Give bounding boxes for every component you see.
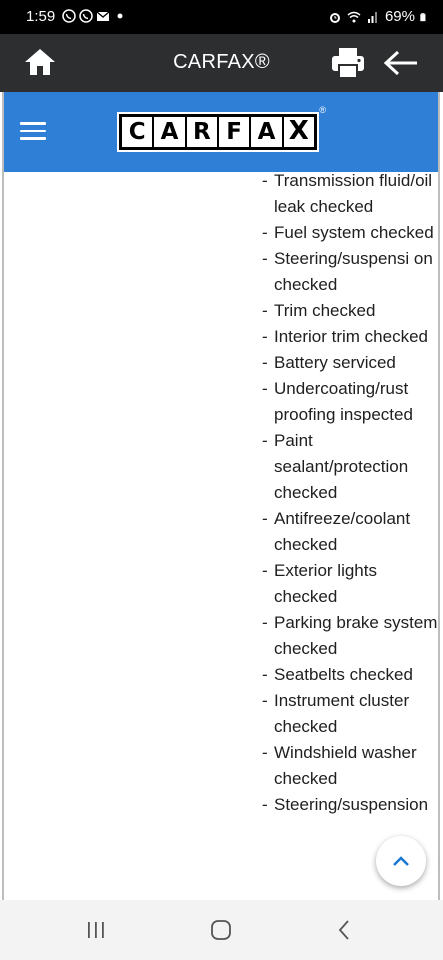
hamburger-menu-icon[interactable] [20, 122, 46, 142]
list-item: Steering/suspensi on checked [260, 246, 438, 298]
logo-letter: R [186, 117, 217, 147]
back-chevron-icon[interactable] [333, 918, 357, 942]
logo-registered-mark: ® [319, 105, 326, 115]
list-item: Transmission fluid/oil leak checked [260, 168, 438, 220]
list-item: Undercoating/rust proofing inspected [260, 376, 438, 428]
list-item: Parking brake system checked [260, 610, 438, 662]
logo-letter: F [218, 117, 250, 147]
list-item: Exterior lights checked [260, 558, 438, 610]
list-item: Fuel system checked [260, 220, 438, 246]
system-nav-bar [0, 900, 443, 960]
logo-letter: A [154, 117, 185, 147]
status-time: 1:59 [26, 8, 56, 25]
list-item: Windshield washer checked [260, 740, 438, 792]
webview: C A R F A X ® Transmission fluid/oil lea… [2, 92, 440, 900]
logo-letter: A [251, 117, 282, 147]
signal-icon [367, 11, 377, 23]
battery-icon [420, 12, 426, 21]
list-item: Seatbelts checked [260, 662, 438, 688]
list-item: Battery serviced [260, 350, 438, 376]
list-item: Paint sealant/protection checked [260, 428, 438, 506]
app-title: CARFAX® [173, 51, 270, 73]
mail-icon [96, 11, 110, 21]
dot-icon [117, 13, 123, 19]
system-icons: 69% [328, 8, 429, 25]
list-item: Interior trim checked [260, 324, 438, 350]
chevron-up-icon [393, 856, 409, 866]
logo-letter: C [122, 117, 153, 147]
scroll-to-top-button[interactable] [376, 836, 426, 886]
back-arrow-icon[interactable] [382, 48, 420, 78]
service-items-list: Transmission fluid/oil leak checked Fuel… [260, 168, 438, 818]
site-header: C A R F A X ® [4, 92, 438, 172]
viber-icon [62, 9, 76, 23]
wifi-icon [347, 11, 361, 22]
list-item: Trim checked [260, 298, 438, 324]
notification-icons [62, 9, 127, 23]
carfax-logo[interactable]: C A R F A X ® [117, 105, 326, 152]
home-circle-icon[interactable] [209, 918, 233, 942]
list-item: Instrument cluster checked [260, 688, 438, 740]
battery-percent: 69% [384, 8, 415, 25]
logo-letter: X [283, 116, 314, 147]
print-icon[interactable] [330, 46, 366, 80]
alarm-icon [329, 12, 340, 23]
viber-icon [79, 9, 93, 23]
app-bar: CARFAX® [0, 34, 443, 92]
list-item: Antifreeze/coolant checked [260, 506, 438, 558]
recent-apps-icon[interactable] [84, 918, 108, 942]
list-item: Steering/suspension [260, 792, 438, 818]
status-bar: 1:59 69% [0, 0, 443, 34]
